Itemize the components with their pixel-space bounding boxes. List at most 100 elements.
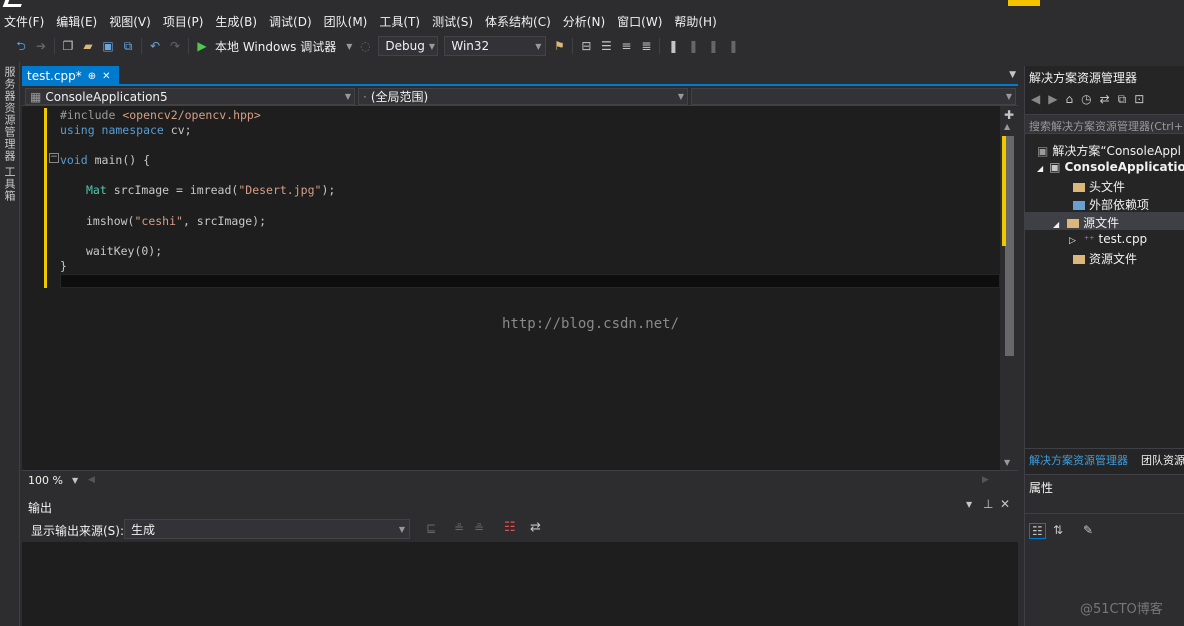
menu-team[interactable]: 团队(M) (320, 13, 376, 30)
left-tool-strip: 服务器资源管理器 工具箱 (0, 62, 20, 626)
output-source-select[interactable]: 生成 ▼ (124, 519, 410, 539)
output-source-value: 生成 (131, 522, 156, 537)
cpp-file-icon: ▦ (30, 89, 42, 104)
forward-icon[interactable]: ▶ (1048, 92, 1057, 107)
collapsed-arrow-icon[interactable]: ▷ (1069, 236, 1076, 246)
menu-file[interactable]: 文件(F) (0, 13, 52, 30)
chevron-down-icon[interactable]: ▼ (966, 500, 972, 509)
menu-debug[interactable]: 调试(D) (265, 13, 320, 30)
tree-external[interactable]: 外部依赖项 (1073, 196, 1149, 213)
indent-icon[interactable]: ☰ (599, 39, 613, 53)
save-all-icon[interactable]: ⧉ (121, 39, 135, 53)
menu-view[interactable]: 视图(V) (105, 13, 159, 30)
menu-edit[interactable]: 编辑(E) (52, 13, 105, 30)
word-wrap-icon[interactable]: ⇄ (530, 520, 541, 535)
scope-select[interactable]: · (全局范围) ▼ (358, 88, 688, 105)
server-explorer-tab[interactable]: 服务器资源管理器 (3, 66, 17, 162)
clear-all-icon[interactable]: ☷ (504, 520, 516, 535)
redo-icon[interactable]: ↷ (168, 39, 182, 53)
find-message-icon[interactable]: ⊑ (426, 521, 436, 535)
toolbox-tab[interactable]: 工具箱 (3, 166, 17, 202)
tree-resources[interactable]: 资源文件 (1073, 250, 1137, 267)
zoom-level[interactable]: 100 % (28, 474, 63, 487)
attach-process-icon[interactable]: ◌ (358, 39, 372, 53)
menu-project[interactable]: 项目(P) (159, 13, 212, 30)
find-in-files-icon[interactable]: ⚑ (552, 39, 566, 53)
categorized-icon[interactable]: ☷ (1029, 523, 1046, 539)
chevron-down-icon[interactable]: ▼ (346, 42, 352, 51)
scroll-left-icon[interactable]: ◀ (88, 475, 95, 485)
tree-testcpp-label: test.cpp (1098, 232, 1148, 246)
uncomment-icon[interactable]: ≣ (639, 39, 653, 53)
tab-test-cpp[interactable]: test.cpp* ⊕ ✕ (22, 66, 119, 86)
tab-solution-explorer[interactable]: 解决方案资源管理器 (1029, 452, 1128, 468)
tab-team-explorer[interactable]: 团队资源 (1141, 452, 1184, 468)
history-icon[interactable]: ◷ (1081, 92, 1091, 107)
collapse-icon[interactable]: − (49, 153, 59, 163)
visual-studio-logo-icon (2, 0, 24, 7)
tree-sources[interactable]: ◢ 源文件 (1053, 214, 1119, 231)
tree-testcpp[interactable]: ▷ ⁺⁺ test.cpp (1069, 232, 1147, 246)
member-select[interactable]: ▼ (691, 88, 1016, 105)
menu-help[interactable]: 帮助(H) (670, 13, 724, 30)
pin-icon[interactable]: ⊕ (88, 71, 96, 82)
output-text-area[interactable] (22, 542, 1018, 626)
sync-icon[interactable]: ⇄ (1100, 92, 1110, 107)
change-tracking-bar (44, 108, 47, 288)
scroll-up-icon[interactable]: ▲ (1004, 122, 1010, 131)
tree-solution[interactable]: ▣ 解决方案“ConsoleAppl (1037, 142, 1181, 159)
menu-analyze[interactable]: 分析(N) (559, 13, 613, 30)
back-icon[interactable]: ⮌ (14, 39, 28, 53)
tree-project[interactable]: ◢ ▣ ConsoleApplication (1037, 160, 1184, 174)
expanded-arrow-icon[interactable]: ◢ (1053, 220, 1059, 229)
project-select[interactable]: ▦ ConsoleApplication5 ▼ (25, 88, 355, 105)
expanded-arrow-icon[interactable]: ◢ (1037, 164, 1043, 173)
start-debugging-icon[interactable]: ▶ (195, 39, 209, 53)
platform-select[interactable]: Win32 ▼ (444, 36, 547, 56)
editor-vertical-scrollbar[interactable]: ✚ ▲ ▼ (1000, 106, 1018, 470)
scrollbar-thumb[interactable] (1005, 136, 1014, 356)
close-icon[interactable]: ✕ (102, 71, 110, 82)
comment-icon[interactable]: ≡ (619, 39, 633, 53)
home-icon[interactable]: ⌂ (1065, 92, 1073, 107)
pin-icon[interactable]: ⊥ (983, 497, 993, 511)
menu-architecture[interactable]: 体系结构(C) (481, 13, 559, 30)
output-source-label: 显示输出来源(S): (31, 524, 125, 538)
back-icon[interactable]: ◀ (1031, 92, 1040, 107)
chevron-down-icon[interactable]: ▼ (1009, 70, 1016, 80)
prev-message-icon[interactable]: ≗ (454, 521, 464, 535)
step-icon[interactable]: ⊟ (579, 39, 593, 53)
undo-icon[interactable]: ↶ (148, 39, 162, 53)
open-file-icon[interactable]: ▰ (81, 39, 95, 53)
code-editor[interactable]: − #include <opencv2/opencv.hpp> using na… (22, 106, 1000, 470)
menu-window[interactable]: 窗口(W) (613, 13, 670, 30)
start-debugging-button[interactable]: 本地 Windows 调试器 (215, 38, 336, 55)
menu-tools[interactable]: 工具(T) (375, 13, 428, 30)
configuration-select[interactable]: Debug ▼ (378, 36, 439, 56)
next-bookmark-icon[interactable]: ❚ (706, 39, 720, 53)
current-line-highlight (60, 274, 1000, 288)
menu-test[interactable]: 测试(S) (428, 13, 481, 30)
solution-icon: ▣ (1037, 144, 1049, 158)
bookmark-icon[interactable]: ❚ (666, 39, 680, 53)
new-project-icon[interactable]: ❐ (61, 39, 75, 53)
collapse-all-icon[interactable]: ⧉ (1118, 92, 1127, 107)
scroll-right-icon[interactable]: ▶ (982, 475, 989, 485)
notification-flag-icon[interactable] (1008, 0, 1040, 6)
menu-build[interactable]: 生成(B) (211, 13, 265, 30)
alphabetical-icon[interactable]: ⇅ (1053, 523, 1063, 537)
prev-bookmark-icon[interactable]: ❚ (686, 39, 700, 53)
scroll-down-icon[interactable]: ▼ (1004, 458, 1010, 467)
forward-icon[interactable]: ➔ (34, 39, 48, 53)
show-all-files-icon[interactable]: ⊡ (1134, 92, 1144, 107)
chevron-down-icon[interactable]: ▼ (72, 476, 78, 485)
solution-search-box[interactable]: 搜索解决方案资源管理器(Ctrl+ (1025, 114, 1184, 134)
tree-headers[interactable]: 头文件 (1073, 178, 1125, 195)
close-icon[interactable]: ✕ (1000, 497, 1010, 511)
split-icon[interactable]: ✚ (1004, 108, 1014, 122)
code-line-4: void main() { (60, 153, 151, 167)
clear-bookmarks-icon[interactable]: ❚ (726, 39, 740, 53)
next-message-icon[interactable]: ≗ (474, 521, 484, 535)
property-pages-icon[interactable]: ✎ (1083, 523, 1093, 537)
save-icon[interactable]: ▣ (101, 39, 115, 53)
